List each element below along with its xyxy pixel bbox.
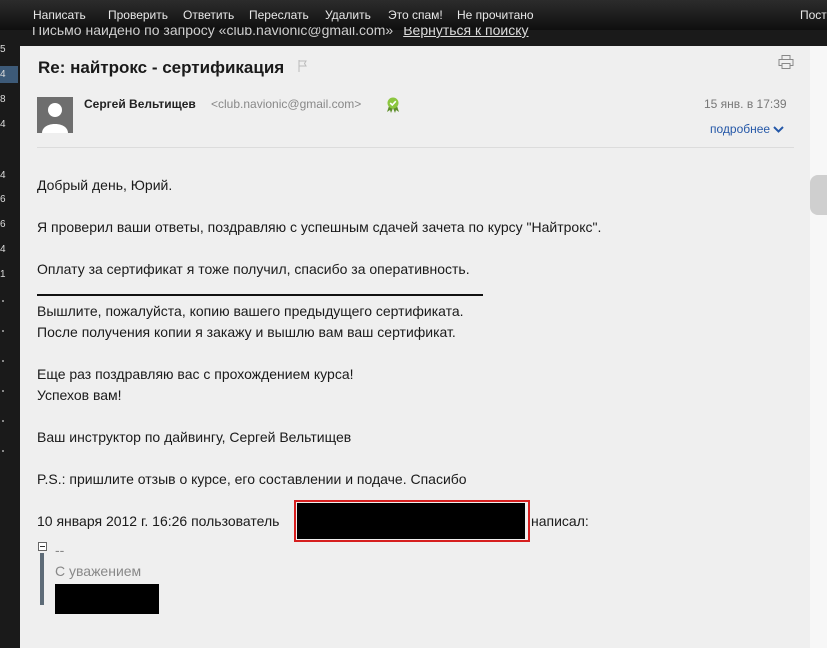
left-dot	[2, 390, 4, 392]
reply-button[interactable]: Ответить	[183, 8, 234, 22]
right-collapse-tab[interactable]	[810, 175, 827, 215]
details-link[interactable]: подробнее	[710, 122, 784, 136]
left-dot	[2, 330, 4, 332]
left-dot	[2, 420, 4, 422]
redacted-email	[297, 503, 525, 539]
left-list-number[interactable]: 4	[0, 170, 6, 181]
body-paragraph: Оплату за сертификат я тоже получил, спа…	[37, 261, 470, 277]
collapse-quote-toggle[interactable]	[38, 542, 47, 551]
chevron-down-icon[interactable]	[773, 126, 784, 134]
compose-button[interactable]: Написать	[33, 8, 86, 22]
header-separator	[37, 147, 794, 148]
details-link-label[interactable]: подробнее	[710, 122, 770, 136]
left-dot	[2, 360, 4, 362]
left-list-number[interactable]: 6	[0, 219, 6, 230]
message-panel	[20, 46, 810, 648]
search-notice-text: Письмо найдено по запросу «club.navionic…	[32, 27, 394, 38]
quote-wrote: написал:	[531, 513, 589, 529]
check-mail-button[interactable]: Проверить	[108, 8, 168, 22]
right-scroll-strip[interactable]	[810, 46, 827, 648]
forward-button[interactable]: Переслать	[249, 8, 309, 22]
left-list-number[interactable]: 8	[0, 94, 6, 105]
top-toolbar: Написать Проверить Ответить Переслать Уд…	[0, 0, 827, 30]
print-icon[interactable]	[778, 55, 794, 69]
body-postscript: P.S.: пришлите отзыв о курсе, его состав…	[37, 471, 467, 487]
back-to-search-link[interactable]: Вернуться к поиску	[403, 27, 528, 38]
quote-intro: 10 января 2012 г. 16:26 пользователь	[37, 513, 280, 529]
avatar-icon	[37, 97, 73, 133]
body-paragraph: После получения копии я закажу и вышлю в…	[37, 324, 456, 340]
body-paragraph: Вышлите, пожалуйста, копию вашего предыд…	[37, 303, 464, 319]
toolbar-cut-button[interactable]: Пост	[800, 8, 827, 22]
sender-email: <club.navionic@gmail.com>	[211, 97, 362, 111]
verified-badge-icon	[387, 97, 399, 113]
delete-button[interactable]: Удалить	[325, 8, 371, 22]
flag-icon[interactable]	[298, 60, 308, 72]
quote-regards: С уважением	[55, 563, 142, 579]
left-list-number[interactable]: 1	[0, 269, 6, 280]
body-greeting: Добрый день, Юрий.	[37, 177, 173, 193]
redacted-name	[55, 584, 159, 614]
left-dot	[2, 450, 4, 452]
body-paragraph: Успехов вам!	[37, 387, 122, 403]
left-list-number[interactable]: 4	[0, 244, 6, 255]
left-list-number[interactable]: 4	[0, 69, 6, 80]
body-signature: Ваш инструктор по дайвингу, Сергей Вельт…	[37, 429, 352, 445]
spam-button[interactable]: Это спам!	[388, 8, 443, 22]
message-date: 15 янв. в 17:39	[704, 97, 787, 111]
mark-unread-button[interactable]: Не прочитано	[457, 8, 534, 22]
quote-dashes: --	[55, 542, 65, 558]
quote-bar	[40, 553, 44, 605]
left-dot	[2, 300, 4, 302]
message-subject: Re: найтрокс - сертификация	[38, 58, 285, 77]
body-paragraph: Я проверил ваши ответы, поздравляю с усп…	[37, 219, 602, 235]
search-notice-bar: Письмо найдено по запросу «club.navionic…	[0, 27, 827, 45]
left-list-number[interactable]: 5	[0, 44, 6, 55]
left-list-number[interactable]: 6	[0, 194, 6, 205]
body-paragraph: Еще раз поздравляю вас с прохождением ку…	[37, 366, 354, 382]
sender-name[interactable]: Сергей Вельтищев	[84, 97, 196, 111]
horizontal-rule	[37, 294, 483, 296]
left-list-number[interactable]: 4	[0, 119, 6, 130]
